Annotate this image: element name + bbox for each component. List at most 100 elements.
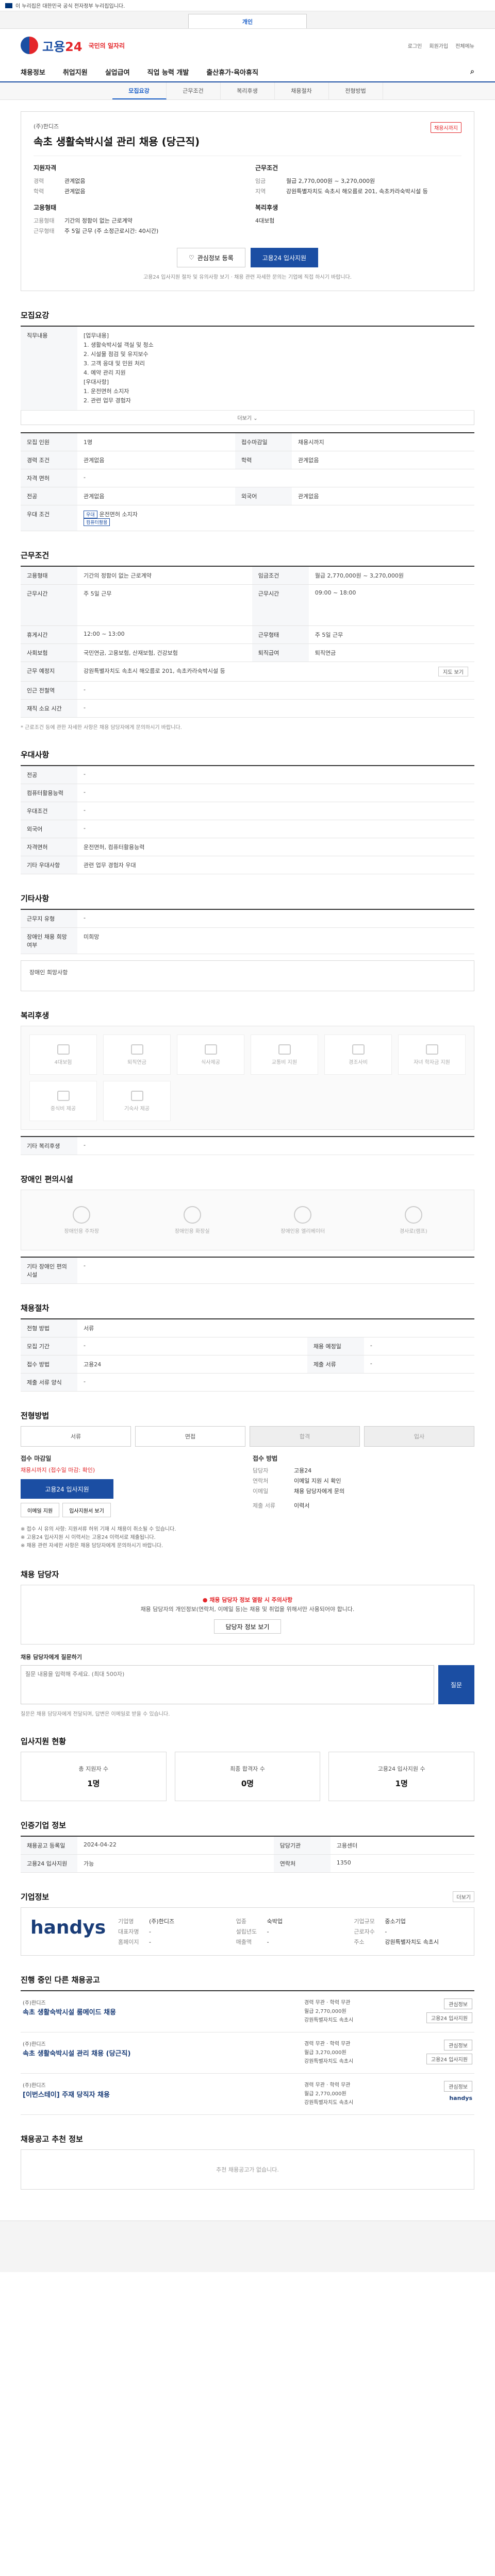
company-section: 기업정보 더보기 handys 기업명 (주)한디즈 업종 숙박업 기업규모 중소기업 …: [21, 1891, 474, 1956]
extra-section: 우대사항 전공 - 컴퓨터활용능력 - 우대조건 - 외국어 - 자격면허 운전면허, 컴…: [21, 749, 474, 874]
send-question-button[interactable]: 질문: [438, 1665, 474, 1704]
house-icon: [130, 1090, 143, 1101]
gnb-item-leave[interactable]: 출산휴가·육아휴직: [206, 67, 258, 77]
view-contact-button[interactable]: 담당자 정보 보기: [213, 1619, 282, 1634]
list-item[interactable]: (주)한디즈 속초 생활숙박시설 룸메이드 채용 경력 무관 · 학력 무관 월급 …: [21, 1991, 474, 2032]
logo-text: 고용: [42, 39, 65, 54]
stat-online-applicants: 고용24 입사지원 수 1명: [328, 1752, 475, 1801]
chevron-down-icon: ⌄: [253, 416, 258, 421]
tab-recruit[interactable]: 모집요강: [112, 82, 167, 99]
shield-icon: [57, 1044, 70, 1055]
work-section: 근무조건 고용형태 기간의 정함이 없는 근로계약 임금조건 월급 2,770,000…: [21, 550, 474, 731]
book-icon: [425, 1044, 438, 1055]
apply-button[interactable]: 고용24 입사지원: [250, 248, 319, 267]
login-link[interactable]: 로그인: [408, 42, 422, 49]
meal-icon: [204, 1044, 217, 1055]
map-button[interactable]: 지도 보기: [438, 667, 468, 676]
scrap-button[interactable]: 관심정보: [444, 2040, 472, 2050]
scrap-button[interactable]: 관심정보: [444, 2081, 472, 2092]
company-more-button[interactable]: 더보기: [453, 1891, 474, 1902]
fold-toggle[interactable]: 더보기 ⌄: [21, 411, 474, 425]
duty-text: [업무내용] 1. 생활숙박시설 객실 및 청소 2. 시설물 점검 및 유지보…: [84, 332, 154, 404]
work-note: * 근로조건 등에 관한 자세한 사항은 채용 담당자에게 문의하시기 바랍니다…: [21, 725, 182, 731]
apply-warning: ※ 접수 시 유의 사항: 지원서류 허위 기재 시 채용이 취소될 수 있습니…: [21, 1527, 176, 1549]
elevator-icon: [294, 1206, 312, 1224]
job-title: 속초 생활숙박시설 관리 채용 (당근직): [34, 135, 200, 148]
list-item[interactable]: (주)한디즈 속초 생활숙박시설 관리 채용 (당근직) 경력 무관 · 학력 무…: [21, 2032, 474, 2074]
facility-elevator: 장애인용 엘리베이터: [251, 1198, 355, 1242]
bus-icon: [278, 1044, 291, 1055]
tab-apply[interactable]: 전형방법: [329, 82, 383, 99]
disabled-wish-label: 장애인 희망사항: [29, 969, 68, 976]
summary-conditions: 근무조건 임금 월급 2,770,000원 ~ 3,270,000원 지역 강원특별…: [255, 164, 428, 224]
stats-section: 입사지원 현황 총 지원자 수 1명 최종 합격자 수 0명 고용24 입사지원 수…: [21, 1736, 475, 1801]
summary-requirements: 지원자격 경력 관계없음 학력 관계없음 고용형태 고용형태 기간의 정함이 없는 근…: [34, 164, 159, 234]
section-tabs: 모집요강 근무조건 복리후생 채용절차 전형방법: [0, 82, 495, 100]
job-link[interactable]: 속초 생활숙박시설 관리 채용 (당근직): [23, 2049, 296, 2059]
gnb-item-training[interactable]: 직업 능력 개발: [147, 67, 189, 77]
restroom-icon: [183, 1206, 201, 1224]
prefer-tag: 우대: [84, 511, 97, 518]
stat-final-hired: 최종 합격자 수 0명: [174, 1752, 321, 1801]
tab-process[interactable]: 채용절차: [275, 82, 329, 99]
deadline-badge: 채용시까지: [431, 122, 461, 133]
job-link[interactable]: 속초 생활숙박시설 룸메이드 채용: [23, 2008, 296, 2018]
header-links: 로그인 회원가입 전체메뉴: [408, 42, 474, 49]
welfare-dorm: 기숙사 제공: [103, 1081, 171, 1121]
step-join: 입사: [364, 1426, 474, 1447]
view-resume-button[interactable]: 입사지원서 보기: [62, 1503, 111, 1517]
empty-state: 추천 채용공고가 없습니다.: [21, 2149, 474, 2190]
tab-welfare[interactable]: 복리후생: [221, 82, 275, 99]
tab-work[interactable]: 근무조건: [167, 82, 221, 99]
site-logo[interactable]: 고용24 국민의 일자리: [21, 37, 125, 55]
logo-number: 24: [65, 39, 82, 54]
facility-restroom: 장애인용 화장실: [140, 1198, 245, 1242]
apply-online-button[interactable]: 고용24 입사지원: [21, 1479, 113, 1499]
welfare-section: 복리후생 4대보험 퇴직연금 식사제공 교통비 지원 경조사비 자녀 학자금 지…: [21, 1010, 474, 1155]
privacy-warning: ● 채용 담당자 정보 열람 시 주의사항 채용 담당자의 개인정보(연락처, …: [21, 1585, 474, 1645]
qna-section: 채용 담당자 ● 채용 담당자 정보 열람 시 주의사항 채용 담당자의 개인정…: [21, 1569, 474, 1717]
list-item[interactable]: (주)한디즈 [이번스테이] 주재 당직자 채용 경력 무관 · 학력 무관 월급 …: [21, 2074, 474, 2115]
gov-banner: 이 누리집은 대한민국 공식 전자정부 누리집입니다.: [0, 0, 495, 11]
welfare-meal: 식사제공: [177, 1035, 244, 1075]
parking-icon: [73, 1206, 91, 1224]
welfare-event: 경조사비: [324, 1035, 392, 1075]
welfare-pension: 퇴직연금: [103, 1035, 171, 1075]
recruit-section: 모집요강 직무내용 [업무내용] 1. 생활숙박시설 객실 및 청소 2. 시설물…: [21, 310, 474, 531]
top-tabs: 개인: [0, 11, 495, 29]
alert-icon: ●: [202, 1597, 208, 1603]
apply-note: 고용24 입사지원 절차 및 유의사항 보기 · 채용 관련 자세한 문의는 기…: [143, 275, 352, 280]
facility-ramp: 경사로(램프): [361, 1198, 466, 1242]
signup-link[interactable]: 회원가입: [429, 42, 448, 49]
deadline-text: 채용시까지 (접수일 마감: 확인): [21, 1467, 95, 1473]
other-jobs-section: 진행 중인 다른 채용공고 (주)한디즈 속초 생활숙박시설 룸메이드 채용 경력…: [21, 1974, 474, 2115]
tab-personal[interactable]: 개인: [188, 14, 307, 28]
gnb-item-support[interactable]: 취업지원: [63, 67, 88, 77]
question-input[interactable]: [21, 1665, 434, 1704]
scrap-button[interactable]: ♡ 관심정보 등록: [176, 248, 245, 267]
search-icon[interactable]: ⌕: [470, 67, 474, 76]
flag-icon: [5, 3, 12, 8]
company-name[interactable]: (주)한디즈: [34, 122, 461, 130]
apply-button[interactable]: 고용24 입사지원: [426, 2012, 472, 2023]
process-section: 채용절차 전형 방법 서류 모집 기간 - 채용 예정일 - 접수 방법 고용24 제출 서…: [21, 1302, 474, 1392]
welfare-tuition: 자녀 학자금 지원: [398, 1035, 466, 1075]
welfare-lunch: 중식비 제공: [29, 1081, 97, 1121]
scrap-button[interactable]: 관심정보: [444, 1998, 472, 2009]
apply-button[interactable]: 고용24 입사지원: [426, 2054, 472, 2064]
gnb-item-benefit[interactable]: 실업급여: [105, 67, 130, 77]
logo-slogan: 국민의 일자리: [88, 42, 125, 49]
gnb-item-jobs[interactable]: 채용정보: [21, 67, 45, 77]
question-label: 채용 담당자에게 질문하기: [21, 1654, 82, 1660]
gift-icon: [352, 1044, 365, 1055]
all-menu-link[interactable]: 전체메뉴: [455, 42, 474, 49]
bowl-icon: [57, 1090, 70, 1101]
stat-total-applicants: 총 지원자 수 1명: [21, 1752, 167, 1801]
welfare-transport: 교통비 지원: [251, 1035, 318, 1075]
step-interview: 면접: [135, 1426, 245, 1447]
company-mini-logo: handys: [449, 2095, 472, 2102]
job-link[interactable]: [이번스테이] 주재 당직자 채용: [23, 2091, 296, 2100]
email-apply-button[interactable]: 이메일 지원: [21, 1503, 60, 1517]
facility-parking: 장애인용 주차장: [29, 1198, 134, 1242]
global-nav: 채용정보 취업지원 실업급여 직업 능력 개발 출산휴가·육아휴직 ⌕: [0, 62, 495, 82]
